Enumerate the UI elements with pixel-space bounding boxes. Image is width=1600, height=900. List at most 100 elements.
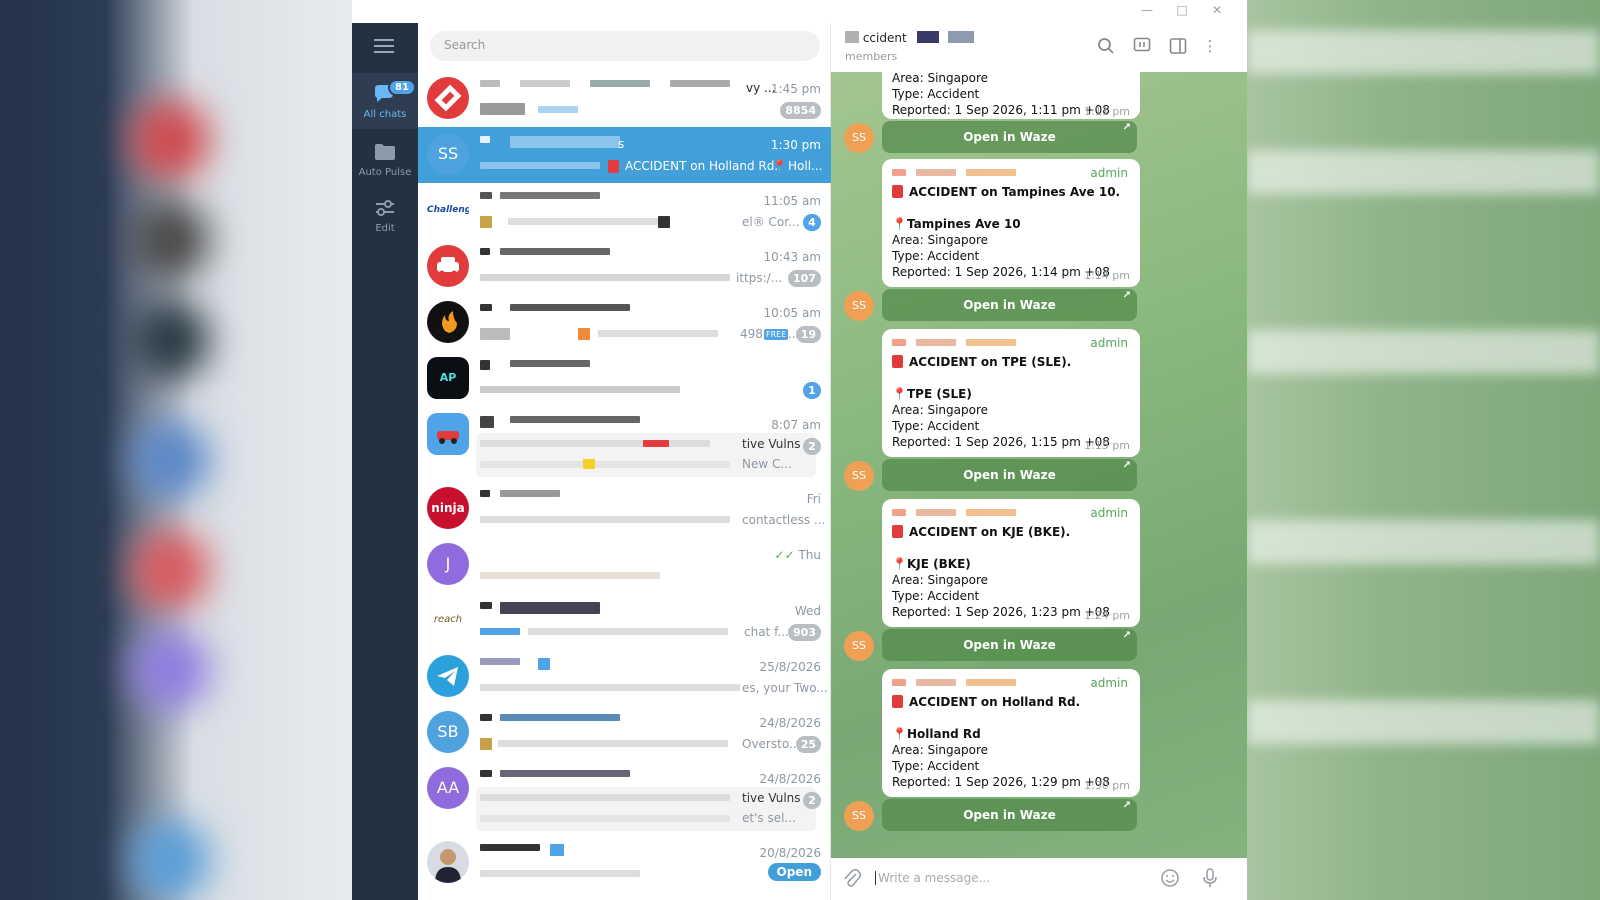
chat-time: 10:05 am bbox=[763, 306, 821, 320]
redacted-name bbox=[480, 770, 770, 782]
hamburger-icon[interactable] bbox=[374, 39, 394, 55]
message-type: Type: Accident bbox=[892, 249, 980, 263]
sidebar-icon[interactable] bbox=[1167, 37, 1189, 59]
chat-row[interactable]: 10:05 am 498 FREE ... 19 bbox=[418, 295, 831, 351]
folder-all-chats[interactable]: 81 All chats bbox=[352, 73, 418, 129]
chat-preview: 498 bbox=[740, 327, 763, 341]
blurred-shape bbox=[130, 200, 210, 280]
chat-time: 24/8/2026 bbox=[759, 772, 821, 786]
sender-avatar[interactable]: SS bbox=[844, 631, 874, 661]
redacted-preview bbox=[480, 516, 730, 523]
folder-edit[interactable]: Edit bbox=[352, 187, 418, 243]
redacted-preview bbox=[480, 794, 730, 801]
message-input[interactable]: Write a message... bbox=[875, 871, 990, 885]
open-button[interactable]: Open bbox=[767, 863, 821, 881]
chat-row[interactable]: Challenger 11:05 am el® Cor... 4 bbox=[418, 183, 831, 239]
open-in-waze-button[interactable]: Open in Waze ↗ bbox=[882, 459, 1137, 491]
emoji-icon[interactable] bbox=[1159, 868, 1181, 890]
redacted-title bbox=[916, 31, 939, 43]
folder-icon bbox=[373, 143, 397, 163]
chat-time: 20/8/2026 bbox=[759, 846, 821, 860]
chat-time: 24/8/2026 bbox=[759, 716, 821, 730]
blurred-shape bbox=[130, 300, 210, 380]
member-count: members bbox=[845, 50, 898, 63]
message-bubble: admin ACCIDENT on Holland Rd. 📍Holland R… bbox=[882, 669, 1140, 797]
chat-row-selected[interactable]: SS s 1:30 pm ACCIDENT on Holland Rd. 📍 H… bbox=[418, 127, 831, 183]
chat-row[interactable]: 20/8/2026 Open bbox=[418, 835, 831, 891]
avatar-logo: reach bbox=[427, 599, 469, 641]
open-in-waze-button[interactable]: Open in Waze ↗ bbox=[882, 799, 1137, 831]
unread-badge: 4 bbox=[803, 214, 821, 231]
chat-time: 1:45 pm bbox=[770, 82, 821, 96]
search-icon[interactable] bbox=[1095, 37, 1117, 59]
redacted-title bbox=[948, 31, 975, 43]
redacted-name bbox=[480, 80, 770, 92]
maximize-icon[interactable]: □ bbox=[1167, 3, 1197, 21]
message-reported: Reported: 1 Sep 2026, 1:11 pm +08 bbox=[892, 103, 1110, 117]
admin-badge: admin bbox=[1090, 336, 1128, 350]
close-icon[interactable]: ✕ bbox=[1202, 3, 1232, 21]
avatar bbox=[427, 245, 469, 287]
chat-row[interactable]: AA 24/8/2026 tive Vulns et's sel... 2 bbox=[418, 761, 831, 833]
unread-badge: 2 bbox=[803, 792, 821, 809]
siren-icon bbox=[892, 355, 903, 368]
sliders-icon bbox=[373, 199, 397, 219]
topic-preview: New C... bbox=[742, 457, 792, 471]
message-bubble: admin ACCIDENT on TPE (SLE). 📍TPE (SLE) … bbox=[882, 329, 1140, 457]
sender-avatar[interactable]: SS bbox=[844, 291, 874, 321]
pin-icon: 📍 bbox=[892, 217, 907, 231]
title-bar: — □ ✕ bbox=[352, 0, 1247, 23]
folder-label: Edit bbox=[375, 223, 395, 234]
sender-avatar[interactable]: SS bbox=[844, 801, 874, 831]
redacted-preview bbox=[480, 162, 600, 169]
chat-row[interactable]: SB 24/8/2026 Oversto... 25 bbox=[418, 705, 831, 761]
blurred-shape bbox=[130, 630, 210, 710]
chat-row[interactable]: 10:43 am ittps:/... 107 bbox=[418, 239, 831, 295]
attach-icon[interactable] bbox=[841, 868, 863, 890]
microphone-icon[interactable] bbox=[1199, 868, 1221, 890]
livestream-icon[interactable] bbox=[1131, 37, 1153, 59]
message-area: Area: Singapore bbox=[892, 743, 989, 757]
admin-badge: admin bbox=[1090, 166, 1128, 180]
minimize-icon[interactable]: — bbox=[1132, 3, 1162, 21]
sender-avatar[interactable]: SS bbox=[844, 461, 874, 491]
message-bubble: admin ACCIDENT on KJE (BKE). 📍KJE (BKE) … bbox=[882, 499, 1140, 627]
unread-badge: 25 bbox=[795, 736, 821, 753]
redacted-preview bbox=[480, 870, 640, 877]
chat-row[interactable]: J ✓✓ Thu bbox=[418, 537, 831, 593]
search-input[interactable]: Search bbox=[430, 31, 820, 61]
chat-row[interactable]: ninja Fri contactless ... bbox=[418, 481, 831, 537]
open-in-waze-button[interactable]: Open in Waze ↗ bbox=[882, 289, 1137, 321]
chat-title[interactable]: ccident bbox=[845, 31, 975, 45]
open-in-waze-button[interactable]: Open in Waze ↗ bbox=[882, 629, 1137, 661]
chat-time: 11:05 am bbox=[763, 194, 821, 208]
redacted-preview bbox=[480, 440, 710, 447]
chat-row[interactable]: 25/8/2026 es, your Two... bbox=[418, 649, 831, 705]
message-composer: Write a message... bbox=[831, 858, 1247, 900]
folder-sidebar: 81 All chats Auto Pulse Edit bbox=[352, 23, 418, 900]
chat-row[interactable]: reach Wed chat f... 903 bbox=[418, 593, 831, 649]
redacted-preview bbox=[643, 440, 669, 447]
redacted-preview bbox=[480, 328, 510, 340]
chat-row[interactable]: AP 1 bbox=[418, 351, 831, 407]
message-area: Area: Singapore bbox=[892, 71, 989, 85]
chat-preview: el® Cor... bbox=[742, 215, 800, 229]
redacted-name bbox=[480, 416, 770, 428]
blurred-band bbox=[1247, 520, 1600, 564]
topic-title: tive Vulns bbox=[742, 437, 801, 451]
sender-avatar[interactable]: SS bbox=[844, 123, 874, 153]
redacted-name bbox=[480, 658, 770, 670]
message-place: 📍Tampines Ave 10 bbox=[892, 217, 1021, 231]
redacted-preview bbox=[583, 459, 595, 469]
admin-badge: admin bbox=[1090, 506, 1128, 520]
open-in-waze-button[interactable]: Open in Waze ↗ bbox=[882, 121, 1137, 153]
more-icon[interactable]: ⋮ bbox=[1199, 37, 1221, 59]
folder-auto-pulse[interactable]: Auto Pulse bbox=[352, 131, 418, 187]
chat-row[interactable]: vy ... 1:45 pm 8854 bbox=[418, 71, 831, 127]
redacted-preview bbox=[598, 330, 718, 337]
chat-preview-tail: ... bbox=[784, 327, 796, 341]
redacted-preview bbox=[480, 572, 660, 579]
chat-row[interactable]: 8:07 am tive Vulns New C... 2 bbox=[418, 407, 831, 479]
redacted-preview bbox=[658, 216, 670, 228]
redacted-sender bbox=[892, 679, 1022, 689]
